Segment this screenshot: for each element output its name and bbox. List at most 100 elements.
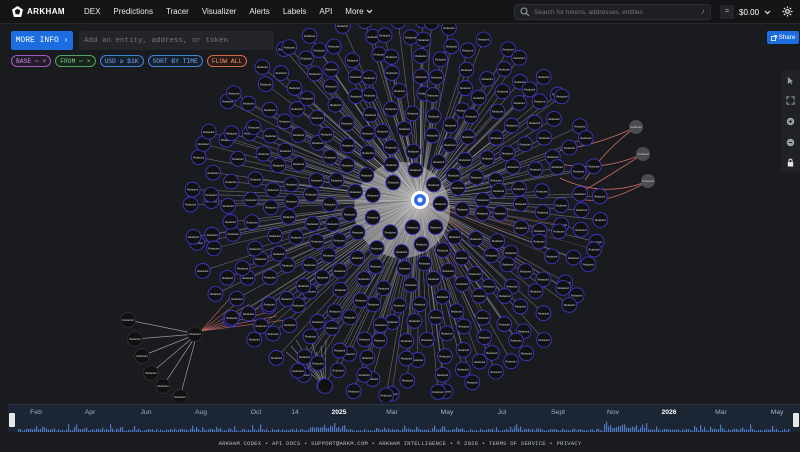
graph-node[interactable]: Redacted — [437, 348, 453, 365]
graph-node[interactable]: Redacted — [505, 158, 521, 175]
graph-node[interactable]: Redacted — [406, 313, 423, 329]
graph-node[interactable]: Redacted — [276, 113, 293, 130]
graph-node-label[interactable]: Redacted — [410, 168, 422, 172]
graph-node-label[interactable]: Redacted — [507, 165, 519, 169]
graph-node[interactable]: Redacted — [390, 24, 406, 30]
graph-node-label[interactable]: Redacted — [283, 215, 295, 219]
graph-node[interactable]: Redacted — [244, 214, 260, 231]
graph-node[interactable]: Redacted — [513, 219, 530, 236]
graph-node-label[interactable]: Redacted — [388, 181, 400, 185]
graph-node-label[interactable]: Redacted — [284, 45, 296, 49]
graph-node-label[interactable]: Redacted — [193, 155, 205, 159]
graph-node-label[interactable]: Redacted — [350, 94, 362, 98]
graph-node-label[interactable]: Redacted — [445, 124, 457, 128]
graph-node-label[interactable]: Redacted — [414, 302, 426, 306]
graph-node[interactable]: Redacted — [475, 31, 492, 48]
graph-node[interactable]: Redacted — [479, 150, 496, 166]
graph-node-label[interactable]: Redacted — [491, 136, 503, 140]
graph-node[interactable]: Redacted — [448, 303, 465, 320]
graph-node-label[interactable]: Redacted — [311, 240, 323, 244]
graph-node[interactable]: Redacted — [247, 171, 264, 187]
graph-node[interactable]: Redacted — [327, 97, 344, 113]
graph-node-label[interactable]: Redacted — [264, 275, 276, 279]
graph-node-label[interactable]: Redacted — [490, 370, 502, 374]
zoom-out-icon[interactable] — [786, 138, 795, 147]
graph-node-label[interactable]: Redacted — [419, 262, 431, 266]
graph-node[interactable]: Redacted — [459, 42, 476, 59]
graph-node[interactable]: Redacted — [453, 249, 470, 266]
graph-node[interactable]: Redacted — [549, 159, 566, 175]
graph-node-label[interactable]: Redacted — [399, 266, 411, 270]
graph-node[interactable]: Redacted — [430, 384, 446, 400]
graph-node[interactable]: Redacted — [372, 317, 389, 333]
graph-node[interactable]: Redacted — [298, 50, 314, 67]
graph-node-label[interactable]: Redacted — [207, 233, 219, 237]
graph-node-label[interactable]: Redacted — [407, 225, 419, 229]
graph-node[interactable]: Redacted — [347, 183, 364, 200]
graph-node[interactable]: Redacted — [428, 309, 444, 326]
graph-node-label[interactable]: Redacted — [580, 136, 592, 140]
graph-node[interactable]: Redacted — [496, 288, 513, 304]
graph-node[interactable]: Redacted — [270, 157, 287, 174]
graph-node-label[interactable]: Redacted — [547, 155, 559, 159]
graph-node[interactable]: Redacted — [561, 139, 578, 156]
graph-node[interactable]: Redacted — [517, 263, 534, 279]
graph-node[interactable]: Redacted — [323, 78, 339, 95]
graph-node[interactable]: Redacted — [479, 71, 496, 87]
fit-view-icon[interactable] — [786, 96, 795, 105]
graph-node[interactable]: Redacted — [349, 224, 366, 241]
graph-node-label[interactable]: Redacted — [538, 75, 550, 79]
graph-node-label[interactable]: Redacted — [574, 124, 586, 128]
graph-node-label[interactable]: Redacted — [228, 232, 240, 236]
graph-node-label[interactable]: Redacted — [325, 85, 337, 89]
graph-node[interactable]: Redacted — [344, 52, 361, 69]
filter-chip-flow[interactable]: FLOW ALL — [206, 55, 248, 67]
graph-node[interactable]: Redacted — [261, 296, 278, 313]
cluster-node[interactable]: Redacted — [187, 326, 203, 342]
graph-node-label[interactable]: Redacted — [198, 142, 210, 146]
graph-node[interactable]: Redacted — [347, 68, 364, 85]
graph-node-label[interactable]: Redacted — [394, 304, 406, 308]
graph-node[interactable]: Redacted — [286, 80, 303, 96]
graph-node[interactable]: Redacted — [573, 202, 590, 218]
graph-node[interactable]: Redacted — [320, 247, 337, 264]
wallet-balance[interactable]: = $0.00 — [720, 4, 771, 20]
graph-node-label[interactable]: Redacted — [401, 357, 413, 361]
graph-node-label[interactable]: Redacted — [387, 320, 399, 324]
graph-node-label[interactable]: Redacted — [499, 294, 511, 298]
graph-node[interactable]: Redacted — [551, 223, 567, 240]
graph-node-label[interactable]: Redacted — [305, 193, 317, 197]
graph-node-label[interactable]: Redacted — [539, 136, 551, 140]
graph-node-label[interactable]: Redacted — [352, 231, 364, 235]
graph-node-label[interactable]: Redacted — [321, 133, 333, 137]
graph-node-label[interactable]: Redacted — [408, 150, 420, 154]
graph-node[interactable]: Redacted — [376, 27, 393, 44]
graph-node-label[interactable]: Redacted — [271, 356, 283, 360]
graph-node-label[interactable]: Redacted — [267, 332, 279, 336]
graph-node[interactable]: Redacted — [262, 127, 279, 144]
graph-node-label[interactable]: Redacted — [293, 133, 305, 137]
graph-node-label[interactable]: Redacted — [433, 160, 445, 164]
graph-node[interactable]: Redacted — [325, 216, 341, 232]
graph-node-label[interactable]: Redacted — [443, 26, 455, 30]
graph-node-label[interactable]: Redacted — [246, 220, 258, 224]
graph-node[interactable]: Redacted — [404, 219, 421, 236]
graph-node-label[interactable]: Redacted — [524, 88, 536, 92]
graph-node[interactable]: Redacted — [489, 233, 506, 249]
graph-node-label[interactable]: Redacted — [518, 330, 530, 334]
graph-node[interactable]: Redacted — [434, 288, 451, 305]
graph-node-label[interactable]: Redacted — [312, 361, 324, 365]
graph-node-label[interactable]: Redacted — [286, 199, 298, 203]
graph-node[interactable]: Redacted — [290, 127, 307, 143]
graph-node-label[interactable]: Redacted — [332, 368, 344, 372]
graph-node-label[interactable]: Redacted — [514, 56, 526, 60]
graph-node[interactable]: Redacted — [415, 31, 432, 48]
graph-node-label[interactable]: Redacted — [312, 320, 324, 324]
graph-node-label[interactable]: Redacted — [203, 130, 215, 134]
graph-node-label[interactable]: Redacted — [497, 90, 509, 94]
graph-node[interactable]: Redacted — [418, 331, 435, 348]
graph-node-label[interactable]: Redacted — [462, 49, 474, 53]
graph-node-label[interactable]: Redacted — [588, 248, 600, 252]
graph-node-label[interactable]: Redacted — [292, 303, 304, 307]
graph-node-label[interactable]: Redacted — [538, 311, 550, 315]
